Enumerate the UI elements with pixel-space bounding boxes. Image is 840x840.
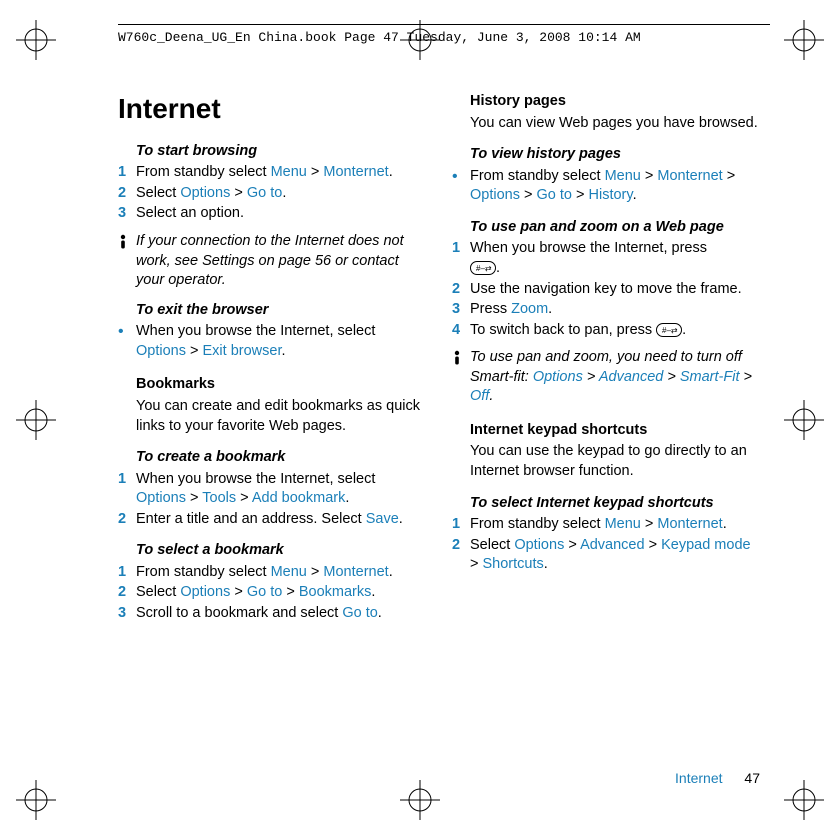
step-text: Enter a title and an address. Select Sav…: [136, 510, 428, 530]
left-column: Internet To start browsing 1 From standb…: [118, 86, 428, 625]
step-text: When you browse the Internet, press #–⇄.: [470, 239, 762, 278]
step-number: 3: [452, 300, 470, 320]
step-number: 3: [118, 604, 136, 624]
step-number: 1: [118, 563, 136, 583]
subhead-select-bookmark: To select a bookmark: [118, 541, 428, 561]
subhead-view-history: To view history pages: [452, 145, 762, 165]
step-text: To switch back to pan, press #–⇄.: [470, 321, 762, 341]
step: 1 When you browse the Internet, press #–…: [452, 239, 762, 278]
paragraph: You can view Web pages you have browsed.: [452, 114, 762, 134]
step-number: 2: [118, 510, 136, 530]
page-title: Internet: [118, 90, 428, 128]
crop-mark-icon: [400, 780, 440, 820]
step-number: 2: [452, 536, 470, 575]
step-number: 1: [452, 515, 470, 535]
footer-page-number: 47: [744, 770, 760, 786]
step-text: From standby select Menu > Monternet.: [136, 563, 428, 583]
step-text: From standby select Menu > Monternet.: [470, 515, 762, 535]
section-keypad-shortcuts: Internet keypad shortcuts: [452, 421, 762, 441]
subhead-exit-browser: To exit the browser: [118, 301, 428, 321]
right-column: History pages You can view Web pages you…: [452, 86, 762, 625]
step-number: 1: [118, 163, 136, 183]
page-content: Internet To start browsing 1 From standb…: [118, 86, 762, 625]
step-text: Select Options > Go to.: [136, 184, 428, 204]
step-text: Select Options > Advanced > Keypad mode …: [470, 536, 762, 575]
subhead-start-browsing: To start browsing: [118, 142, 428, 162]
step: 3 Scroll to a bookmark and select Go to.: [118, 604, 428, 624]
hash-key-icon: #–⇄: [470, 261, 496, 275]
bullet-dot: •: [452, 167, 470, 206]
crop-mark-icon: [16, 780, 56, 820]
step-number: 3: [118, 204, 136, 224]
step-text: Select Options > Go to > Bookmarks.: [136, 583, 428, 603]
note: To use pan and zoom, you need to turn of…: [452, 348, 762, 407]
step: 3 Press Zoom.: [452, 300, 762, 320]
svg-text:#–⇄: #–⇄: [662, 326, 678, 335]
paragraph: You can create and edit bookmarks as qui…: [118, 397, 428, 436]
bullet-item: • When you browse the Internet, select O…: [118, 322, 428, 361]
document-header: W760c_Deena_UG_En China.book Page 47 Tue…: [118, 29, 641, 47]
step-text: From standby select Menu > Monternet.: [136, 163, 428, 183]
step: 4 To switch back to pan, press #–⇄.: [452, 321, 762, 341]
section-bookmarks: Bookmarks: [118, 375, 428, 395]
step: 2 Select Options > Go to.: [118, 184, 428, 204]
step-number: 1: [452, 239, 470, 278]
step: 1 From standby select Menu > Monternet.: [118, 563, 428, 583]
step-number: 1: [118, 470, 136, 509]
step-text: Select an option.: [136, 204, 428, 224]
step-text: Press Zoom.: [470, 300, 762, 320]
bullet-item: • From standby select Menu > Monternet >…: [452, 167, 762, 206]
step: 2 Select Options > Advanced > Keypad mod…: [452, 536, 762, 575]
header-rule: [118, 24, 770, 25]
note: If your connection to the Internet does …: [118, 232, 428, 291]
step: 3 Select an option.: [118, 204, 428, 224]
paragraph: You can use the keypad to go directly to…: [452, 442, 762, 481]
step: 2 Use the navigation key to move the fra…: [452, 280, 762, 300]
page-footer: Internet 47: [675, 769, 760, 788]
subhead-create-bookmark: To create a bookmark: [118, 448, 428, 468]
info-icon: [452, 348, 470, 407]
crop-mark-icon: [784, 780, 824, 820]
step: 2 Enter a title and an address. Select S…: [118, 510, 428, 530]
step: 2 Select Options > Go to > Bookmarks.: [118, 583, 428, 603]
section-history: History pages: [452, 92, 762, 112]
bullet-text: When you browse the Internet, select Opt…: [136, 322, 428, 361]
footer-category: Internet: [675, 770, 722, 786]
crop-mark-icon: [784, 20, 824, 60]
crop-mark-icon: [16, 20, 56, 60]
step: 1 From standby select Menu > Monternet.: [118, 163, 428, 183]
bullet-dot: •: [118, 322, 136, 361]
step-text: Scroll to a bookmark and select Go to.: [136, 604, 428, 624]
step-text: When you browse the Internet, select Opt…: [136, 470, 428, 509]
step-number: 4: [452, 321, 470, 341]
svg-text:#–⇄: #–⇄: [476, 264, 492, 273]
note-text: To use pan and zoom, you need to turn of…: [470, 348, 762, 407]
step: 1 From standby select Menu > Monternet.: [452, 515, 762, 535]
note-text: If your connection to the Internet does …: [136, 232, 428, 291]
info-icon: [118, 232, 136, 291]
subhead-select-keypad-shortcuts: To select Internet keypad shortcuts: [452, 494, 762, 514]
subhead-pan-zoom: To use pan and zoom on a Web page: [452, 218, 762, 238]
step-number: 2: [452, 280, 470, 300]
step-text: Use the navigation key to move the frame…: [470, 280, 762, 300]
step-number: 2: [118, 184, 136, 204]
crop-mark-icon: [16, 400, 56, 440]
step: 1 When you browse the Internet, select O…: [118, 470, 428, 509]
crop-mark-icon: [784, 400, 824, 440]
hash-key-icon: #–⇄: [656, 323, 682, 337]
step-number: 2: [118, 583, 136, 603]
bullet-text: From standby select Menu > Monternet > O…: [470, 167, 762, 206]
